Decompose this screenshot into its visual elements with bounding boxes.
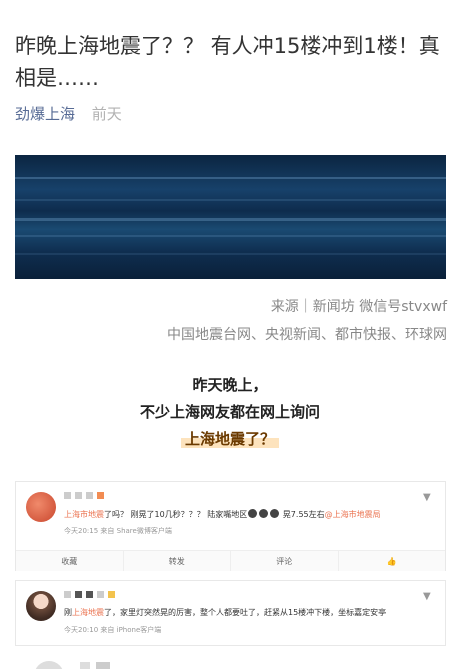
username-blurred	[64, 591, 115, 599]
weibo-text: 上海市地震了吗？ 刚晃了10几秒？？？ 陆家嘴地区 晃7.55左右@上海市地震局	[64, 509, 381, 519]
favorite-button[interactable]: 收藏	[16, 551, 124, 571]
emoji-icon	[248, 509, 258, 518]
emoji-icon	[259, 509, 269, 518]
quote-highlight: 上海地震了？	[180, 430, 279, 448]
avatar[interactable]	[26, 492, 56, 522]
username-blurred	[80, 662, 140, 669]
mention-link[interactable]: @上海市地震局	[325, 510, 381, 519]
action-bar: 收藏 转发 评论 👍	[16, 550, 445, 571]
chevron-down-icon[interactable]: ▼	[423, 591, 435, 603]
quote-line-2: 不少上海网友都在网上询问	[139, 403, 320, 421]
source-outlets: 中国地震台网、央视新闻、都市快报、环球网	[167, 327, 447, 343]
source-line: 来源｜新闻坊 微信号stvxwf	[270, 299, 447, 315]
emoji-icon	[270, 509, 280, 518]
username-blurred	[64, 492, 104, 500]
article-meta: 劲爆上海 前天	[15, 103, 122, 124]
quote-line-3: 上海地震了？	[0, 428, 460, 449]
quote-line-1: 昨天晚上，	[192, 376, 268, 394]
article-title: 昨晚上海地震了？？ 有人冲15楼冲到1楼！真相是……	[15, 34, 440, 90]
weibo-text: 刚上海地震了，家里灯突然晃的厉害，整个人都要吐了，赶紧从15楼冲下楼，坐标嘉定安…	[64, 608, 387, 617]
avatar	[34, 661, 64, 669]
thumbs-up-icon[interactable]: 👍	[339, 551, 446, 571]
weibo-post-1: ▼ 上海市地震了吗？ 刚晃了10几秒？？？ 陆家嘴地区 晃7.55左右@上海市地…	[15, 481, 446, 571]
chevron-down-icon[interactable]: ▼	[423, 492, 435, 504]
banner-image	[15, 155, 446, 279]
repost-button[interactable]: 转发	[124, 551, 231, 571]
publish-time: 前天	[91, 105, 122, 123]
avatar[interactable]	[26, 591, 56, 621]
post-meta: 今天20:10 来自 iPhone客户端	[64, 626, 162, 634]
weibo-post-2: ▼ 刚上海地震了，家里灯突然晃的厉害，整个人都要吐了，赶紧从15楼冲下楼，坐标嘉…	[15, 580, 446, 646]
post-meta: 今天20:15 来自 Share微博客户端	[64, 527, 172, 535]
author-link[interactable]: 劲爆上海	[15, 105, 75, 123]
comment-button[interactable]: 评论	[231, 551, 339, 571]
